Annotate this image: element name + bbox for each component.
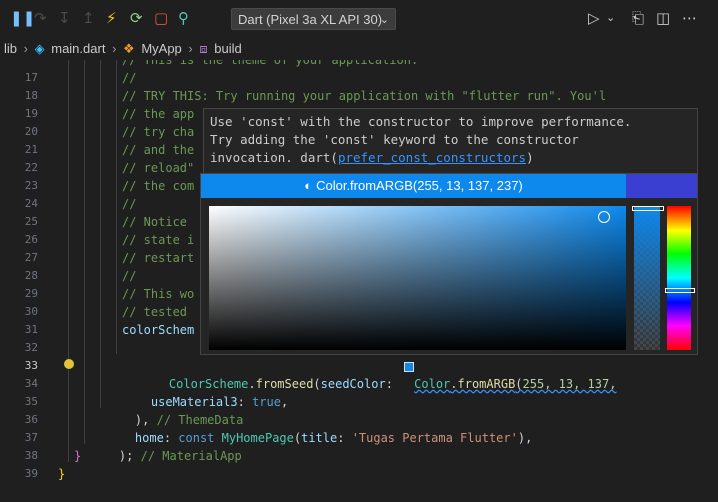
step-into-icon[interactable]: ↧ xyxy=(58,9,71,27)
line-number: 30 xyxy=(24,305,38,318)
lint-rule-link[interactable]: prefer_const_constructors xyxy=(338,150,526,165)
code-line: ); // MaterialApp xyxy=(118,449,242,463)
line-number: 31 xyxy=(24,323,38,336)
contrast-icon: ◐ xyxy=(304,178,313,193)
code-line: } xyxy=(74,449,82,463)
original-color-swatch[interactable] xyxy=(626,174,697,198)
more-icon[interactable]: ⋯ xyxy=(682,9,697,27)
stop-icon[interactable]: ▢ xyxy=(154,9,168,27)
code-line: // reload" xyxy=(122,161,195,175)
device-selector[interactable]: Dart (Pixel 3a XL API 30) ⌄ xyxy=(231,8,396,30)
code-line: // the com xyxy=(122,179,195,193)
lint-hover-tooltip: Use 'const' with the constructor to impr… xyxy=(203,108,698,176)
line-number: 36 xyxy=(24,413,38,426)
vertical-scrollbar[interactable] xyxy=(700,60,714,502)
class-icon: ❖ xyxy=(123,41,135,56)
line-number: 24 xyxy=(24,197,38,210)
code-line: useMaterial3: true, xyxy=(150,395,289,409)
code-line: // Notice xyxy=(122,215,188,229)
chevron-down-icon[interactable]: ⌄ xyxy=(606,9,615,27)
breadcrumb-method[interactable]: build xyxy=(214,38,241,60)
code-line: // xyxy=(122,71,137,85)
split-editor-icon[interactable]: ◫ xyxy=(656,9,670,27)
hover-line: Try adding the 'const' keyword to the co… xyxy=(210,132,579,147)
breadcrumb-file[interactable]: main.dart xyxy=(51,38,105,60)
breadcrumb: lib › ◈ main.dart › ❖ MyApp › ⧈ build xyxy=(0,38,718,60)
code-line: // xyxy=(122,197,137,211)
code-line: } xyxy=(58,467,66,481)
hue-strip[interactable] xyxy=(665,206,695,350)
line-number: 35 xyxy=(24,395,38,408)
dart-file-icon: ◈ xyxy=(34,41,45,56)
line-number: 32 xyxy=(24,341,38,354)
opacity-strip[interactable] xyxy=(632,206,664,350)
debug-toolbar: ❚❚ ↷ ↧ ↥ ⚡ ⟳ ▢ ⚲ Dart (Pixel 3a XL API 3… xyxy=(0,0,718,39)
line-number: 22 xyxy=(24,161,38,174)
color-swatch[interactable] xyxy=(404,362,414,372)
line-number: 23 xyxy=(24,179,38,192)
indent-guide xyxy=(116,60,117,354)
line-number: 38 xyxy=(24,449,38,462)
hover-line: invocation. dart(prefer_const_constructo… xyxy=(210,150,534,165)
indent-guide xyxy=(68,60,69,462)
code-line-active: ColorScheme.fromSeed(seedColor: Color.fr… xyxy=(168,377,617,391)
line-number: 19 xyxy=(24,107,38,120)
opacity-gradient xyxy=(634,206,660,350)
color-format-toggle[interactable]: ◐ Color.fromARGB(255, 13, 137, 237) xyxy=(201,174,626,198)
code-line: ), // ThemeData xyxy=(134,413,244,427)
code-line: // This wo xyxy=(122,287,195,301)
saturation-handle[interactable] xyxy=(598,211,610,223)
code-line: // tested xyxy=(122,305,188,319)
line-number: 17 xyxy=(24,71,38,84)
hot-restart-icon[interactable]: ⟳ xyxy=(130,9,143,27)
breadcrumb-lib[interactable]: lib xyxy=(4,38,17,60)
saturation-box[interactable] xyxy=(209,206,626,350)
devtools-search-icon[interactable]: ⚲ xyxy=(178,9,189,27)
method-icon: ⧈ xyxy=(199,41,208,56)
code-line: home: const MyHomePage(title: 'Tugas Per… xyxy=(134,431,533,445)
code-line: // restart xyxy=(122,251,195,265)
hue-slider-handle[interactable] xyxy=(665,288,695,293)
chevron-right-icon: › xyxy=(23,41,28,56)
chevron-right-icon: › xyxy=(112,41,117,56)
code-line: // the app xyxy=(122,107,195,121)
step-out-icon[interactable]: ↥ xyxy=(82,9,95,27)
device-label: Dart (Pixel 3a XL API 30) xyxy=(238,12,383,27)
open-changes-icon[interactable]: ⎗ xyxy=(632,9,644,27)
code-line: // try cha xyxy=(122,125,195,139)
indent-guide xyxy=(84,60,85,444)
run-debug-icon[interactable]: ▷ xyxy=(588,9,600,27)
step-over-icon[interactable]: ↷ xyxy=(34,9,47,27)
line-number: 21 xyxy=(24,143,38,156)
code-line: colorSchem xyxy=(122,323,195,337)
line-number: 29 xyxy=(24,287,38,300)
chevron-right-icon: › xyxy=(188,41,193,56)
opacity-slider-handle[interactable] xyxy=(632,206,664,211)
breadcrumb-class[interactable]: MyApp xyxy=(141,38,181,60)
line-number: 28 xyxy=(24,269,38,282)
code-line: // xyxy=(122,269,137,283)
hot-reload-icon[interactable]: ⚡ xyxy=(106,9,117,27)
pause-icon[interactable]: ❚❚ xyxy=(10,9,35,27)
line-number: 26 xyxy=(24,233,38,246)
color-value-label: Color.fromARGB(255, 13, 137, 237) xyxy=(316,178,523,193)
lightbulb-icon[interactable] xyxy=(64,359,74,369)
indent-guide xyxy=(100,60,101,408)
line-number: 39 xyxy=(24,467,38,480)
chevron-down-icon: ⌄ xyxy=(379,14,389,26)
line-number: 20 xyxy=(24,125,38,138)
hover-line: Use 'const' with the constructor to impr… xyxy=(210,114,632,129)
line-number: 34 xyxy=(24,377,38,390)
code-line: // TRY THIS: Try running your applicatio… xyxy=(122,89,607,103)
code-line: // and the xyxy=(122,143,195,157)
line-number: 25 xyxy=(24,215,38,228)
line-number: 27 xyxy=(24,251,38,264)
code-line: // state i xyxy=(122,233,195,247)
line-number: 18 xyxy=(24,89,38,102)
color-picker: ◐ Color.fromARGB(255, 13, 137, 237) xyxy=(200,173,698,355)
line-number: 33 xyxy=(24,359,38,372)
code-line: // This is the theme of your application… xyxy=(122,60,419,67)
line-number: 37 xyxy=(24,431,38,444)
